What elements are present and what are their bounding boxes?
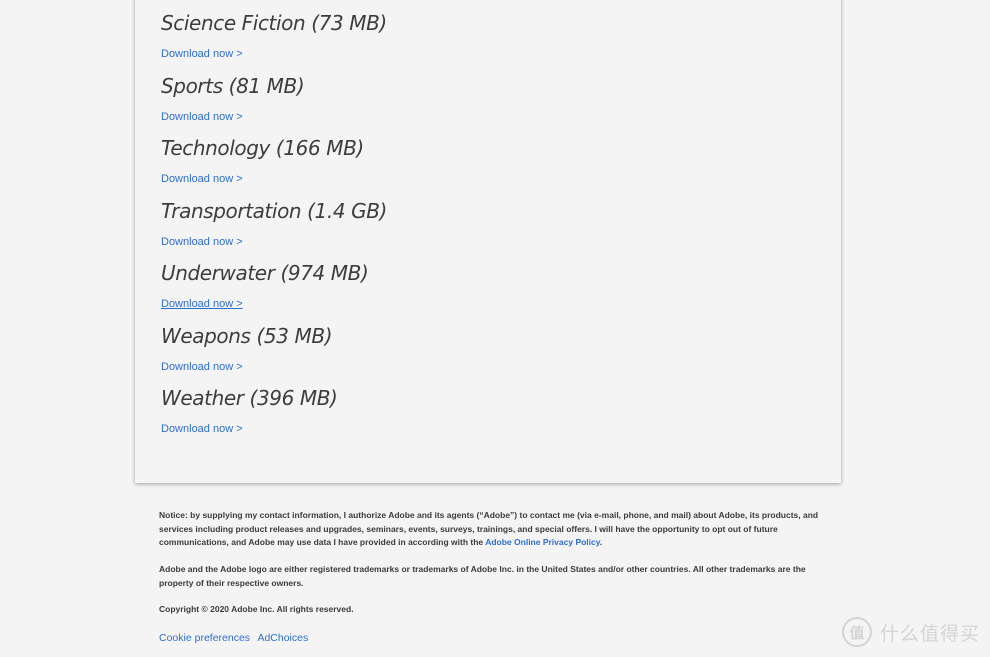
category-title: Technology (166 MB) [161, 136, 364, 160]
download-now-link[interactable]: Download now > [161, 360, 243, 374]
watermark-logo-icon: 值 [841, 617, 872, 647]
trademark-notice: Adobe and the Adobe logo are either regi… [159, 564, 806, 588]
category-weather: Weather (396 MB) Download now > [161, 385, 338, 437]
category-science-fiction: Science Fiction (73 MB) Download now > [161, 10, 387, 62]
download-now-link[interactable]: Download now > [161, 47, 243, 61]
category-title: Transportation (1.4 GB) [161, 199, 387, 223]
category-title: Sports (81 MB) [161, 74, 305, 98]
contact-notice: Notice: by supplying my contact informat… [159, 509, 824, 550]
notice-end: . [599, 537, 603, 547]
category-title: Weapons (53 MB) [161, 324, 333, 348]
download-now-link[interactable]: Download now > [161, 235, 243, 249]
downloads-card: Science Fiction (73 MB) Download now > S… [135, 0, 841, 483]
download-now-link[interactable]: Download now > [161, 297, 243, 311]
category-transportation: Transportation (1.4 GB) Download now > [161, 198, 387, 250]
category-title: Underwater (974 MB) [161, 261, 369, 285]
download-now-link[interactable]: Download now > [161, 422, 243, 436]
download-now-link[interactable]: Download now > [161, 172, 243, 186]
download-now-link[interactable]: Download now > [161, 110, 243, 124]
category-title: Science Fiction (73 MB) [161, 11, 387, 35]
cookie-preferences-link[interactable]: Cookie preferences [159, 632, 250, 644]
adchoices-link[interactable]: AdChoices [257, 632, 308, 644]
site-watermark: 值 什么值得买 [841, 617, 980, 647]
watermark-text: 什么值得买 [879, 622, 980, 645]
footer-links: Cookie preferences AdChoices [159, 632, 313, 646]
category-sports: Sports (81 MB) Download now > [161, 73, 305, 125]
privacy-policy-link[interactable]: Adobe Online Privacy Policy [485, 537, 600, 547]
category-technology: Technology (166 MB) Download now > [161, 135, 364, 187]
copyright-text: Copyright © 2020 Adobe Inc. All rights r… [159, 604, 354, 614]
category-underwater: Underwater (974 MB) Download now > [161, 260, 369, 312]
category-title: Weather (396 MB) [161, 386, 338, 410]
category-weapons: Weapons (53 MB) Download now > [161, 323, 333, 375]
